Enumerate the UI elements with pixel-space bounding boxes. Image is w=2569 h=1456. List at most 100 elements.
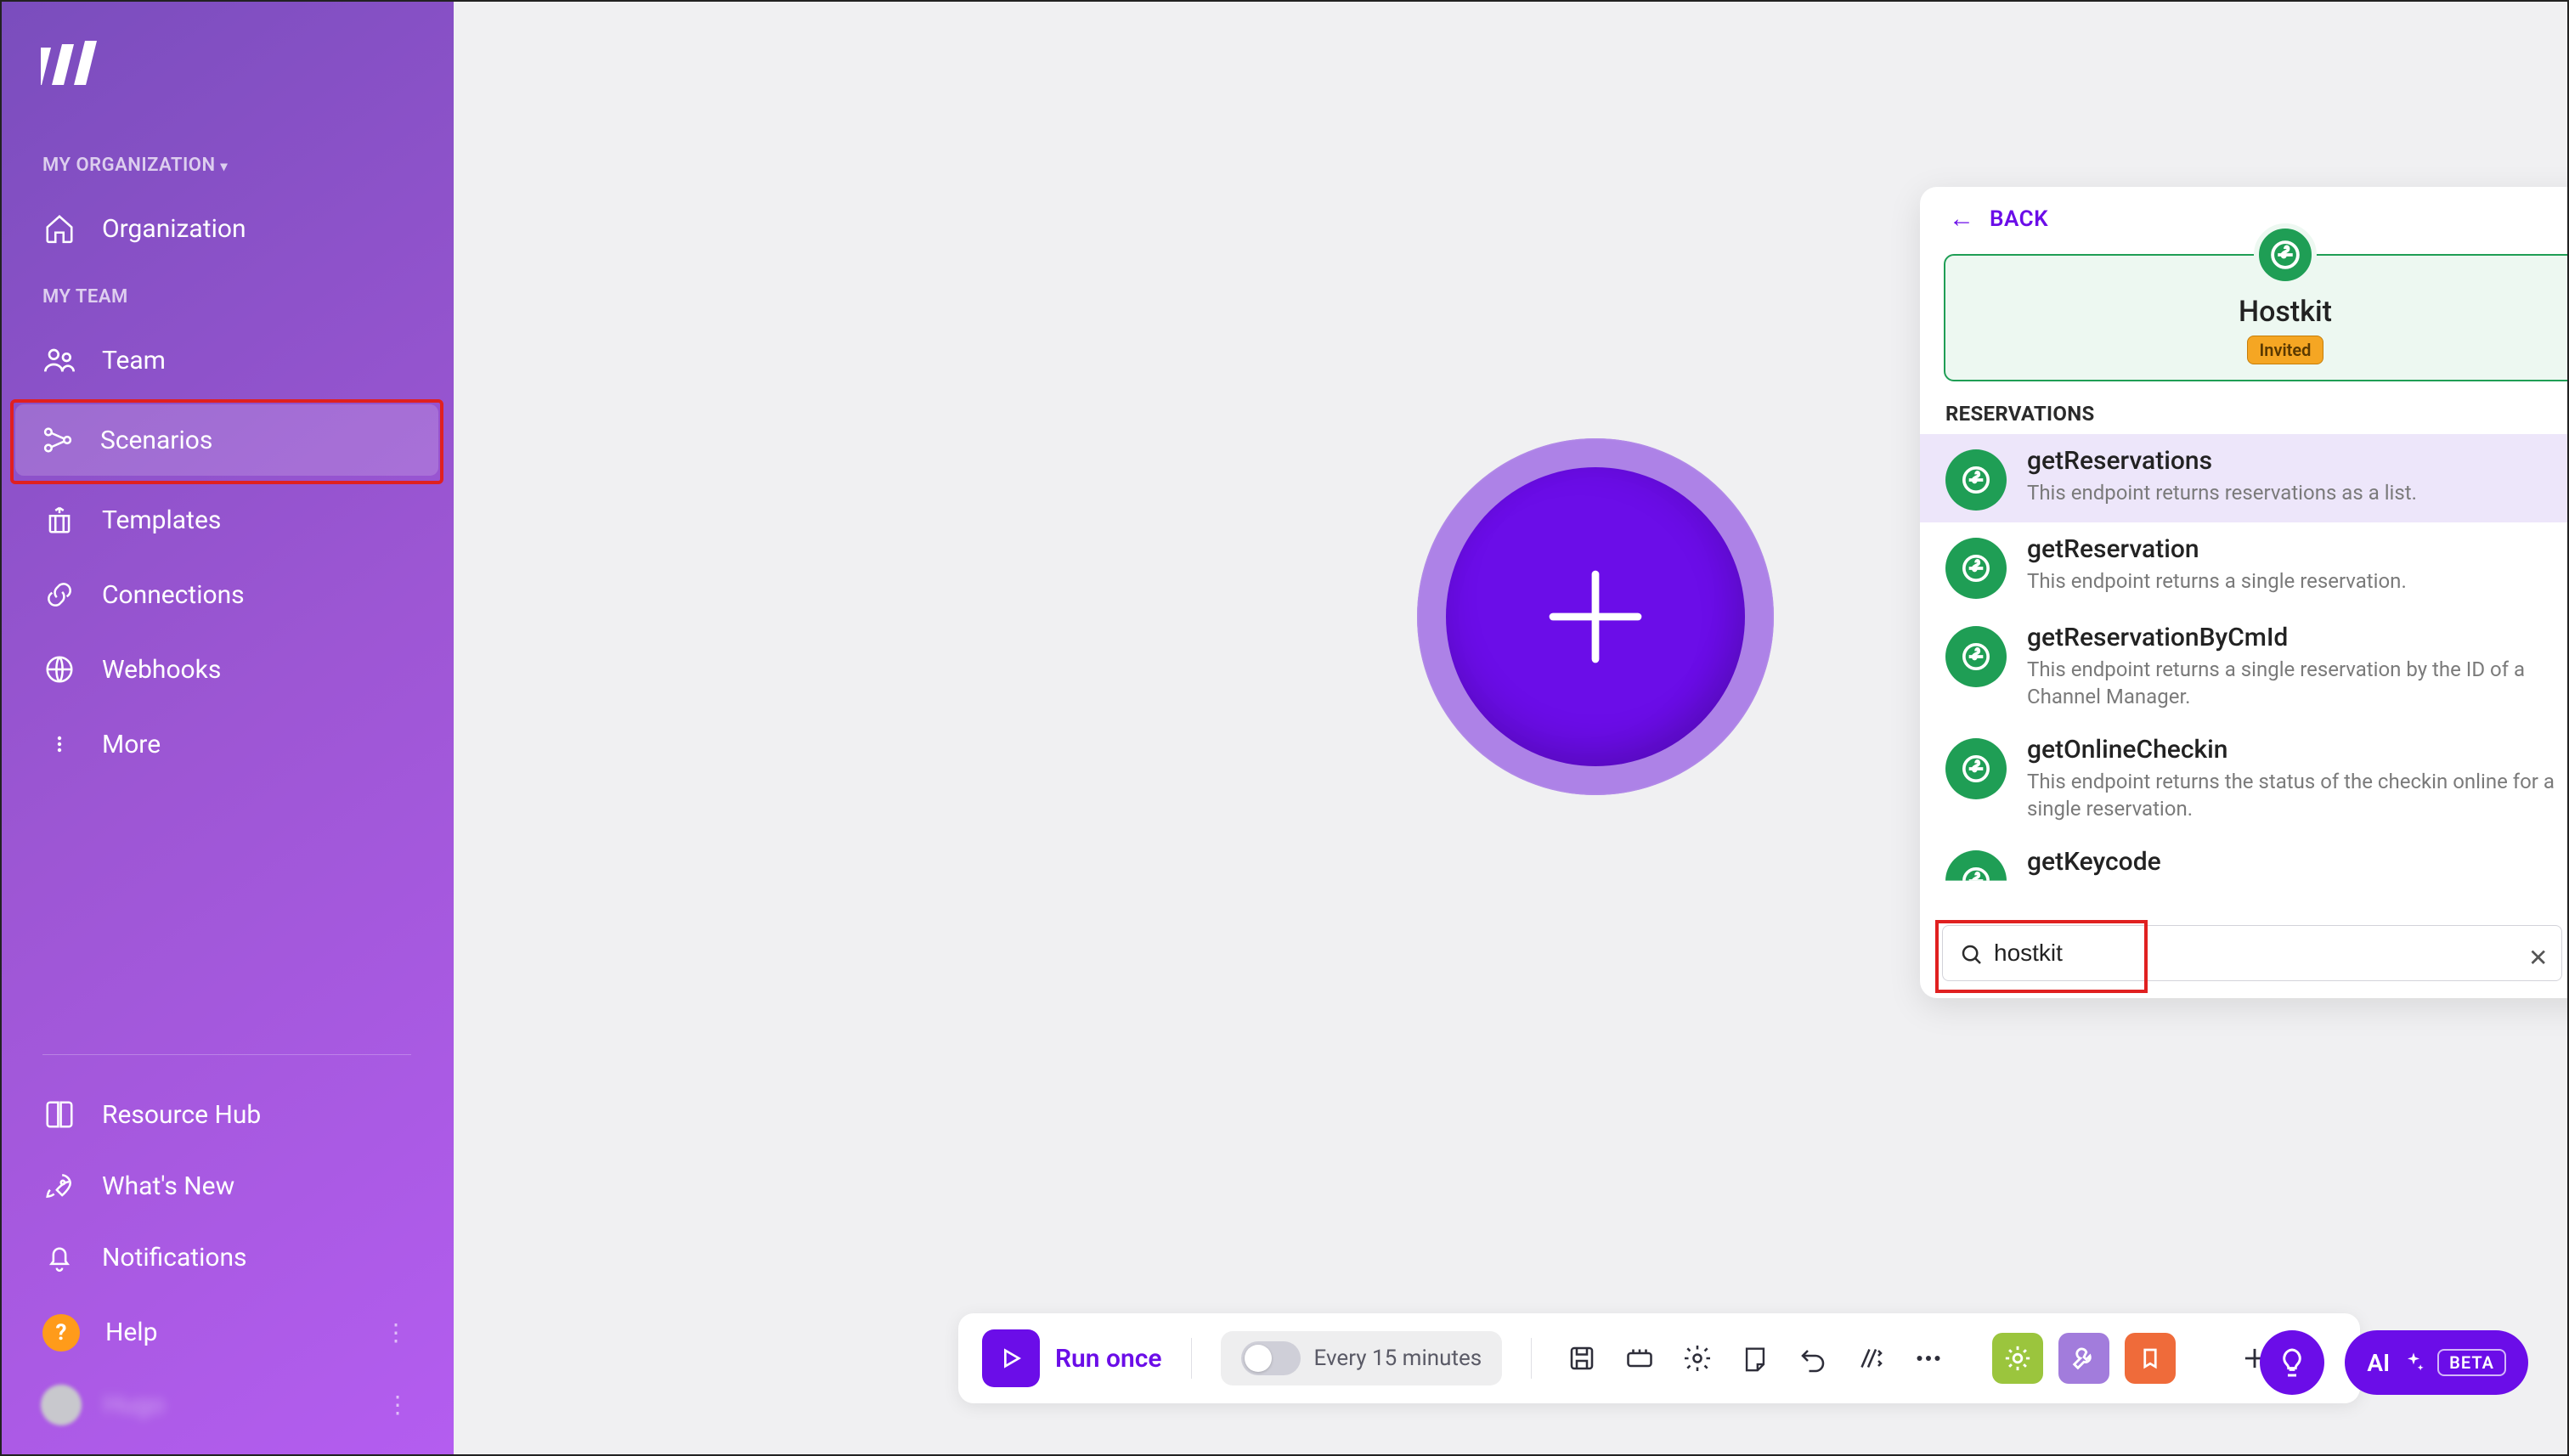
auto-align-button[interactable] — [1849, 1337, 1892, 1380]
hostkit-app-icon — [2254, 223, 2317, 286]
sidebar-item-more[interactable]: More — [17, 708, 437, 780]
sidebar-item-label: More — [102, 730, 161, 759]
action-title: getReservations — [2027, 446, 2417, 476]
schedule-text: Every 15 minutes — [1314, 1346, 1482, 1371]
app-title: Hostkit — [1956, 295, 2569, 329]
hostkit-action-icon — [1945, 449, 2007, 511]
back-label: BACK — [1990, 206, 2048, 232]
hostkit-action-icon — [1945, 538, 2007, 599]
toolbar-divider — [1191, 1338, 1192, 1379]
sidebar-item-label: Webhooks — [102, 655, 221, 685]
hostkit-action-icon — [1945, 850, 2007, 911]
action-item[interactable]: getKeycode — [1920, 835, 2569, 911]
org-section-label[interactable]: MY ORGANIZATION▾ — [42, 155, 437, 176]
tools-button[interactable] — [2058, 1333, 2109, 1384]
help-icon: ? — [42, 1314, 80, 1352]
schedule-toggle[interactable] — [1241, 1341, 1301, 1375]
action-desc: This endpoint returns a single reservati… — [2027, 567, 2407, 595]
bell-icon — [42, 1240, 76, 1274]
notes-button[interactable] — [1618, 1337, 1661, 1380]
sidebar-item-label: Organization — [102, 214, 246, 244]
globe-icon — [42, 652, 76, 686]
sidebar-item-label: Team — [102, 346, 166, 375]
action-item[interactable]: getOnlineCheckin This endpoint returns t… — [1920, 723, 2569, 835]
sidebar-item-notifications[interactable]: Notifications — [17, 1223, 437, 1291]
action-title: getReservationByCmId — [2027, 623, 2569, 652]
save-button[interactable] — [1561, 1337, 1603, 1380]
sidebar-item-label: Templates — [102, 505, 221, 535]
favorites-button[interactable] — [2125, 1333, 2176, 1384]
team-section-label: MY TEAM — [42, 286, 437, 308]
run-once-button[interactable] — [982, 1329, 1040, 1387]
app-card[interactable]: Hostkit Invited — [1944, 254, 2569, 381]
home-icon — [42, 212, 76, 245]
make-logo — [41, 41, 102, 87]
sidebar-item-webhooks[interactable]: Webhooks — [17, 634, 437, 705]
action-title: getKeycode — [2027, 847, 2161, 877]
search-icon — [1959, 942, 1985, 968]
category-label: RESERVATIONS — [1920, 402, 2569, 434]
sidebar: MY ORGANIZATION▾ Organization MY TEAM Te… — [0, 0, 454, 1456]
action-desc: This endpoint returns a single reservati… — [2027, 656, 2569, 711]
action-item[interactable]: getReservation This endpoint returns a s… — [1920, 522, 2569, 611]
canvas[interactable]: ← BACK Hostkit Invited RESERVATIONS getR… — [454, 0, 2569, 1456]
beta-badge: BETA — [2437, 1349, 2506, 1376]
help-kebab[interactable]: ⋮ — [377, 1312, 411, 1353]
toolbar-divider — [1531, 1338, 1532, 1379]
more-icon — [42, 727, 76, 761]
sidebar-item-resource-hub[interactable]: Resource Hub — [17, 1081, 437, 1148]
more-tools-button[interactable] — [1907, 1337, 1950, 1380]
sidebar-item-scenarios[interactable]: Scenarios — [15, 404, 438, 476]
ai-button[interactable]: AI BETA — [2345, 1330, 2528, 1395]
invited-badge: Invited — [2247, 336, 2324, 364]
popover-back[interactable]: ← BACK — [1920, 187, 2569, 245]
settings-button[interactable] — [1676, 1337, 1719, 1380]
avatar — [41, 1385, 82, 1425]
sidebar-item-connections[interactable]: Connections — [17, 559, 437, 630]
scenarios-highlight: Scenarios — [10, 399, 443, 484]
sidebar-item-whats-new[interactable]: What's New — [17, 1152, 437, 1220]
sidebar-item-label: Help — [105, 1318, 157, 1347]
add-module-node[interactable] — [1417, 438, 1774, 795]
bottom-toolbar: Run once Every 15 minutes — [958, 1313, 2360, 1403]
sidebar-item-templates[interactable]: Templates — [17, 484, 437, 556]
undo-button[interactable] — [1792, 1337, 1834, 1380]
ai-label: AI — [2367, 1349, 2390, 1377]
note-icon-button[interactable] — [1734, 1337, 1776, 1380]
action-desc: This endpoint returns reservations as a … — [2027, 479, 2417, 506]
user-name: Hugo — [104, 1390, 165, 1419]
action-item[interactable]: getReservationByCmId This endpoint retur… — [1920, 611, 2569, 723]
sidebar-item-organization[interactable]: Organization — [17, 193, 437, 264]
caret-down-icon: ▾ — [221, 158, 229, 174]
sparkle-icon — [2402, 1351, 2425, 1374]
sidebar-item-help[interactable]: ? Help ⋮ — [17, 1295, 437, 1370]
team-icon — [42, 343, 76, 377]
hostkit-action-icon — [1945, 626, 2007, 687]
module-search-input[interactable] — [1942, 925, 2562, 981]
sidebar-item-team[interactable]: Team — [17, 324, 437, 396]
sidebar-divider — [42, 1054, 411, 1055]
action-list: getReservations This endpoint returns re… — [1920, 434, 2569, 911]
schedule-pill[interactable]: Every 15 minutes — [1221, 1331, 1503, 1385]
sidebar-user[interactable]: Hugo ⋮ — [17, 1374, 437, 1436]
templates-icon — [42, 503, 76, 537]
rocket-icon — [42, 1169, 76, 1203]
action-desc: This endpoint returns the status of the … — [2027, 768, 2569, 823]
flow-control-button[interactable] — [1992, 1333, 2043, 1384]
hints-button[interactable] — [2260, 1330, 2324, 1395]
sidebar-item-label: Notifications — [102, 1243, 247, 1273]
action-title: getReservation — [2027, 534, 2407, 564]
user-kebab[interactable]: ⋮ — [379, 1384, 413, 1425]
action-item[interactable]: getReservations This endpoint returns re… — [1920, 434, 2569, 522]
clear-search-icon[interactable]: ✕ — [2528, 944, 2548, 972]
action-title: getOnlineCheckin — [2027, 735, 2569, 765]
sidebar-item-label: Resource Hub — [102, 1100, 261, 1130]
sidebar-item-label: Connections — [102, 580, 245, 610]
plus-icon — [1532, 553, 1659, 680]
module-picker-popover: ← BACK Hostkit Invited RESERVATIONS getR… — [1920, 187, 2569, 998]
sidebar-item-label: What's New — [102, 1171, 234, 1201]
sidebar-item-label: Scenarios — [100, 426, 212, 455]
scenarios-icon — [41, 423, 75, 457]
hostkit-action-icon — [1945, 738, 2007, 799]
connections-icon — [42, 578, 76, 612]
